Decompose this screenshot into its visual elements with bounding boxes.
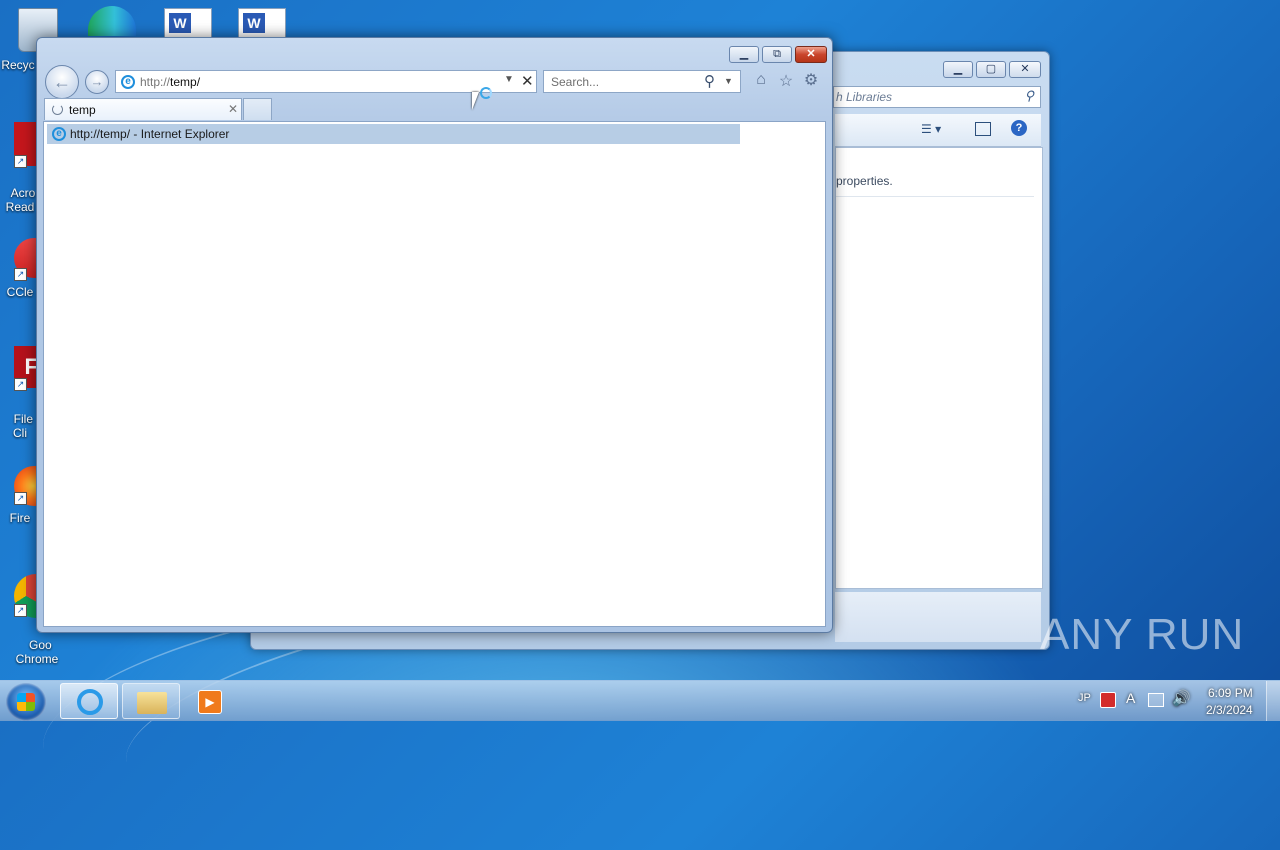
tab-title: temp: [69, 103, 96, 117]
windows-logo-icon: [17, 693, 35, 711]
shortcut-arrow-icon: ↗: [14, 604, 27, 617]
clock-date[interactable]: 2/3/2024: [1206, 703, 1253, 717]
desktop-icon-acrobat[interactable]: Acro Read: [0, 172, 40, 214]
desktop-icon-label: CCle: [6, 285, 34, 299]
restore-button[interactable]: ⧉: [762, 46, 792, 63]
desktop-icon-label: Recyc: [1, 58, 35, 72]
address-url-prefix: http://: [140, 75, 171, 89]
taskbar-internet-explorer[interactable]: [60, 683, 118, 719]
taskbar-media-player[interactable]: ▶: [186, 683, 236, 719]
security-shield-icon[interactable]: [1100, 692, 1116, 708]
anyrun-watermark: ANY RUN: [1040, 610, 1245, 659]
clock-time[interactable]: 6:09 PM: [1208, 686, 1253, 700]
internet-explorer-window[interactable]: ▁ ⧉ ✕ ← → e http://temp/ ▼ ✕ Search... ⚲…: [36, 37, 833, 633]
language-indicator[interactable]: JP: [1078, 692, 1091, 704]
desktop-icon-label: Fire: [9, 511, 31, 525]
search-dropdown-icon[interactable]: ▼: [724, 76, 733, 86]
volume-icon[interactable]: 🔊: [1172, 689, 1191, 707]
folder-icon: [137, 692, 167, 714]
view-options-icon[interactable]: ☰ ▾: [921, 122, 941, 136]
desktop-icon-label: Acro Read: [5, 186, 36, 214]
desktop-icon-recycle[interactable]: Recyc: [0, 58, 38, 72]
address-dropdown-icon[interactable]: ▼: [504, 74, 514, 85]
busy-cursor-icon: [480, 87, 492, 99]
back-button[interactable]: ←: [45, 65, 79, 99]
minimize-button[interactable]: ▁: [943, 61, 973, 78]
explorer-details-pane: [835, 592, 1041, 642]
address-url[interactable]: http://temp/: [140, 75, 200, 89]
preview-pane-icon[interactable]: [975, 122, 991, 136]
shortcut-arrow-icon: ↗: [14, 268, 27, 281]
maximize-button[interactable]: ▢: [976, 61, 1006, 78]
ie-page-icon: e: [121, 75, 135, 89]
close-button[interactable]: ✕: [1009, 61, 1041, 78]
divider: [836, 196, 1034, 197]
explorer-toolbar: ☰ ▾ ?: [835, 114, 1041, 147]
minimize-button[interactable]: ▁: [729, 46, 759, 63]
suggestion-text: http://temp/ - Internet Explorer: [70, 127, 230, 141]
new-tab-button[interactable]: [243, 98, 272, 120]
stop-icon[interactable]: ✕: [521, 72, 534, 90]
shortcut-arrow-icon: ↗: [14, 378, 27, 391]
address-suggestion-item[interactable]: e http://temp/ - Internet Explorer: [47, 124, 740, 144]
shortcut-arrow-icon: ↗: [14, 492, 27, 505]
search-icon: ⚲: [1024, 88, 1034, 103]
internet-explorer-icon: [77, 689, 103, 715]
ime-indicator[interactable]: A: [1126, 690, 1135, 706]
desktop-icon-label: Goo Chrome: [15, 638, 59, 666]
taskbar-file-explorer[interactable]: [122, 683, 180, 719]
network-icon[interactable]: [1148, 693, 1164, 707]
shortcut-arrow-icon: ↗: [14, 155, 27, 168]
tab-temp[interactable]: temp ✕: [44, 98, 242, 120]
library-search-input[interactable]: h Libraries ⚲: [833, 86, 1041, 108]
edge-icon[interactable]: [88, 6, 136, 36]
taskbar: ▶ JP A 🔊 6:09 PM 2/3/2024: [0, 680, 1280, 721]
help-icon[interactable]: ?: [1011, 120, 1027, 136]
search-placeholder: Search...: [551, 75, 600, 89]
tools-gear-icon[interactable]: ⚙: [801, 70, 821, 90]
close-button[interactable]: ✕: [795, 46, 827, 63]
library-search-placeholder: h Libraries: [836, 90, 893, 104]
search-box[interactable]: Search... ⚲ ▼: [543, 70, 741, 93]
word-document-icon[interactable]: W: [164, 8, 212, 38]
desktop-icon-filezilla[interactable]: File Cli: [0, 398, 40, 440]
address-url-host: temp/: [170, 75, 201, 89]
forward-button[interactable]: →: [85, 70, 109, 94]
address-bar[interactable]: e http://temp/ ▼ ✕: [115, 70, 537, 93]
show-desktop-button[interactable]: [1266, 681, 1280, 721]
desktop-icon-label: File Cli: [13, 412, 33, 440]
desktop-icon-ccleaner[interactable]: CCle: [0, 285, 40, 299]
library-info-text: properties.: [836, 174, 893, 188]
mouse-pointer-icon: [472, 92, 479, 110]
word-document-icon[interactable]: W: [238, 8, 286, 38]
media-player-icon: ▶: [198, 690, 222, 714]
start-button[interactable]: [6, 683, 46, 721]
desktop-icon-firefox[interactable]: Fire: [0, 511, 40, 525]
favorites-star-icon[interactable]: ☆: [776, 71, 796, 91]
ie-suggestion-icon: e: [52, 127, 66, 141]
page-content[interactable]: [43, 121, 826, 627]
home-icon[interactable]: ⌂: [751, 71, 771, 89]
explorer-content: properties.: [835, 147, 1043, 589]
tab-close-icon[interactable]: ✕: [228, 102, 238, 116]
loading-spinner-icon: [52, 104, 63, 115]
search-icon[interactable]: ⚲: [704, 72, 715, 90]
